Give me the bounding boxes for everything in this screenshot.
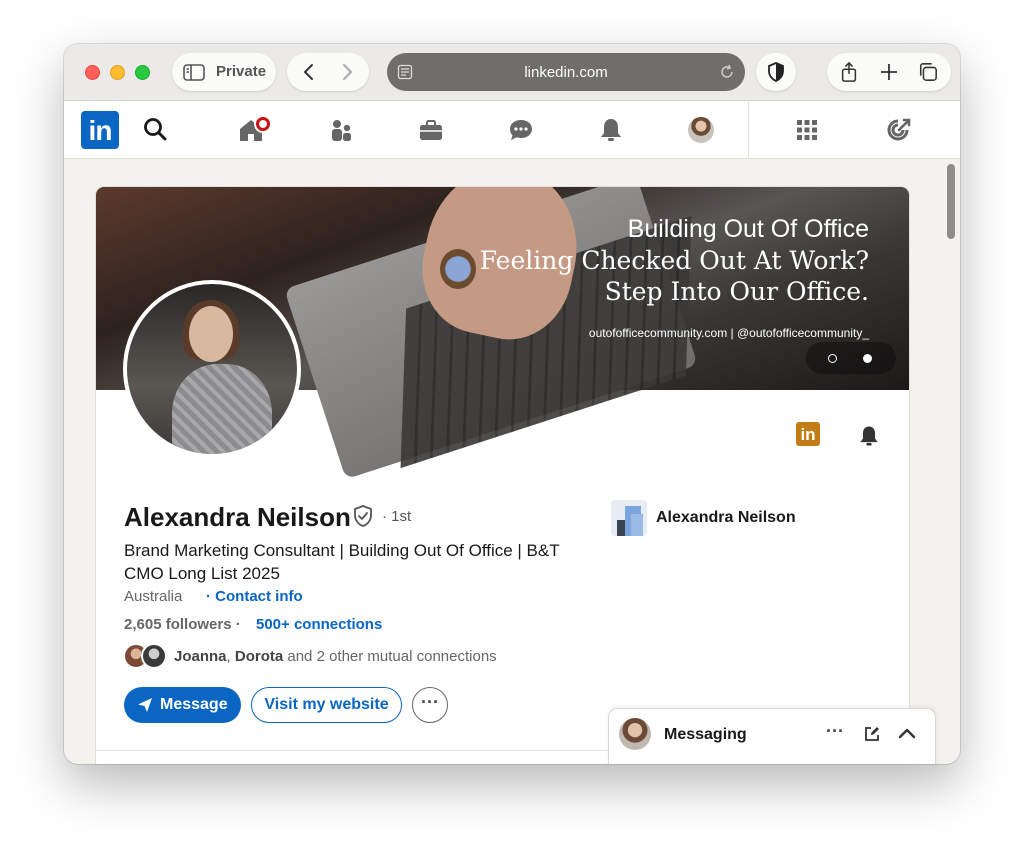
profile-location: Australia: [124, 588, 183, 605]
new-tab-icon[interactable]: [879, 62, 899, 82]
mutual-separator: ,: [226, 648, 235, 665]
private-tab-button[interactable]: Private: [172, 53, 276, 91]
private-label: Private: [216, 63, 267, 80]
company-name[interactable]: Alexandra Neilson: [656, 509, 796, 527]
mutual-name-dorota: Dorota: [234, 648, 284, 665]
privacy-report-button[interactable]: [756, 53, 796, 91]
compose-icon[interactable]: [863, 725, 881, 743]
premium-linkedin-icon: in: [796, 422, 820, 446]
message-button[interactable]: Message: [124, 687, 241, 723]
connections-link[interactable]: 500+ connections: [256, 616, 382, 633]
banner-text: Building Out Of Office Feeling Checked O…: [480, 215, 869, 306]
scrollbar-thumb[interactable]: [947, 164, 955, 239]
followers-count: 2,605 followers ·: [124, 616, 241, 633]
banner-line-1: Building Out Of Office: [627, 215, 869, 243]
back-icon[interactable]: [299, 62, 319, 82]
carousel-dot-1[interactable]: [828, 354, 837, 363]
browser-toolbar: Private linkedin.com: [64, 44, 960, 101]
premium-icon[interactable]: [884, 115, 914, 145]
carousel-dot-2[interactable]: [863, 354, 872, 363]
profile-headline: Brand Marketing Consultant | Building Ou…: [124, 541, 560, 583]
apps-grid-icon[interactable]: [792, 115, 822, 145]
profile-card: Building Out Of Office Feeling Checked O…: [96, 187, 909, 764]
forward-icon[interactable]: [337, 62, 357, 82]
banner-line-3: Step Into Our Office.: [604, 277, 869, 306]
messaging-title: Messaging: [664, 726, 747, 743]
url-text: linkedin.com: [524, 64, 608, 81]
contact-info-link[interactable]: · Contact info: [206, 588, 303, 605]
verified-shield-icon[interactable]: [352, 504, 374, 528]
tab-overview-icon[interactable]: [918, 62, 938, 82]
banner-carousel-dots[interactable]: [806, 342, 896, 374]
nav-divider: [748, 101, 749, 159]
sidebar-icon: [183, 64, 205, 81]
notifications-icon[interactable]: [596, 115, 626, 145]
zoom-window-button[interactable]: [135, 65, 150, 80]
close-window-button[interactable]: [85, 65, 100, 80]
messaging-tray[interactable]: Messaging ···: [609, 709, 935, 764]
messaging-icon[interactable]: [506, 115, 536, 145]
linkedin-nav: in: [64, 101, 960, 159]
messaging-more-button[interactable]: ···: [826, 721, 844, 742]
banner-line-2: Feeling Checked Out At Work?: [479, 246, 869, 275]
messaging-avatar: [619, 718, 651, 750]
reload-icon[interactable]: [719, 64, 735, 80]
mutual-rest-text: and 2 other mutual connections: [283, 648, 497, 665]
banner-links: outofofficecommunity.com | @outofofficec…: [588, 326, 869, 340]
mutual-avatar-dorota: [141, 643, 167, 669]
address-bar[interactable]: linkedin.com: [387, 53, 745, 91]
more-actions-button[interactable]: ···: [412, 687, 448, 723]
search-icon[interactable]: [141, 115, 171, 145]
minimize-window-button[interactable]: [110, 65, 125, 80]
history-nav: [287, 53, 369, 91]
profile-name: Alexandra Neilson: [124, 502, 351, 532]
home-notification-badge: [254, 115, 272, 133]
share-icon[interactable]: [839, 62, 859, 82]
linkedin-logo[interactable]: in: [81, 111, 119, 149]
follow-bell-icon[interactable]: [856, 423, 882, 449]
connection-degree: · 1st: [382, 508, 412, 525]
mutual-avatars[interactable]: [123, 643, 173, 669]
mutual-connections-link[interactable]: Joanna, Dorota and 2 other mutual connec…: [174, 648, 497, 665]
me-avatar[interactable]: [688, 117, 714, 143]
page-scrollbar[interactable]: [942, 159, 960, 764]
mutual-name-joanna: Joanna: [174, 648, 227, 665]
message-button-label: Message: [160, 696, 228, 713]
company-logo[interactable]: [611, 500, 647, 536]
my-network-icon[interactable]: [326, 115, 356, 145]
banner-ring-image: [440, 249, 476, 289]
chevron-up-icon[interactable]: [897, 725, 917, 743]
shield-icon: [768, 62, 784, 82]
send-icon: [138, 698, 152, 712]
jobs-icon[interactable]: [416, 115, 446, 145]
profile-photo[interactable]: [123, 280, 301, 458]
profile-photo-face: [189, 306, 233, 362]
browser-window: Private linkedin.com in Building Out Of …: [64, 44, 960, 764]
toolbar-actions: [827, 53, 951, 91]
visit-website-button[interactable]: Visit my website: [251, 687, 402, 723]
profile-photo-body: [172, 364, 272, 454]
